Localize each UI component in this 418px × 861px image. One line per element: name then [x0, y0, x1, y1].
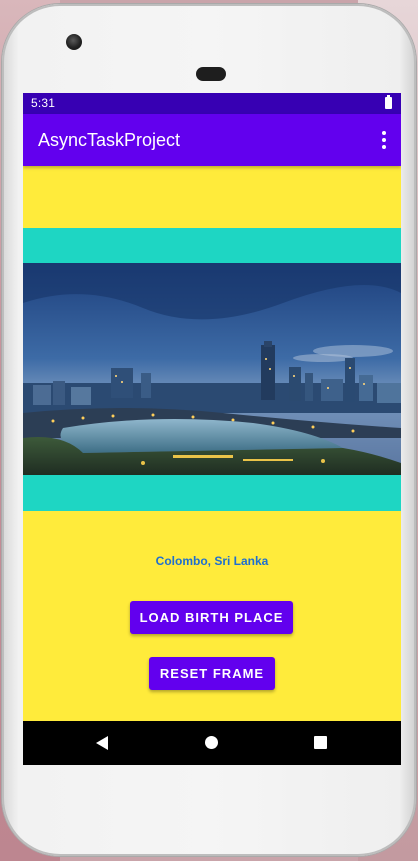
reset-frame-button[interactable]: RESET FRAME	[149, 657, 275, 690]
image-frame	[23, 228, 401, 511]
phone-frame: 5:31 AsyncTaskProject Colombo, Sri Lanka…	[2, 4, 416, 856]
load-birth-place-button[interactable]: LOAD BIRTH PLACE	[130, 601, 293, 634]
device-screen: 5:31 AsyncTaskProject Colombo, Sri Lanka…	[23, 93, 401, 765]
app-bar: AsyncTaskProject	[23, 114, 401, 166]
front-camera	[66, 34, 82, 50]
status-time: 5:31	[31, 96, 56, 110]
city-skyline-photo	[23, 263, 401, 475]
battery-full-icon	[385, 95, 392, 109]
back-icon[interactable]	[96, 736, 108, 750]
navigation-bar	[23, 721, 401, 765]
overflow-menu-icon[interactable]	[377, 129, 391, 151]
status-bar: 5:31	[23, 93, 401, 114]
recents-icon[interactable]	[314, 736, 327, 749]
earpiece-speaker	[196, 67, 226, 81]
app-title: AsyncTaskProject	[38, 130, 181, 150]
location-text: Colombo, Sri Lanka	[155, 554, 269, 568]
home-icon[interactable]	[205, 736, 218, 749]
